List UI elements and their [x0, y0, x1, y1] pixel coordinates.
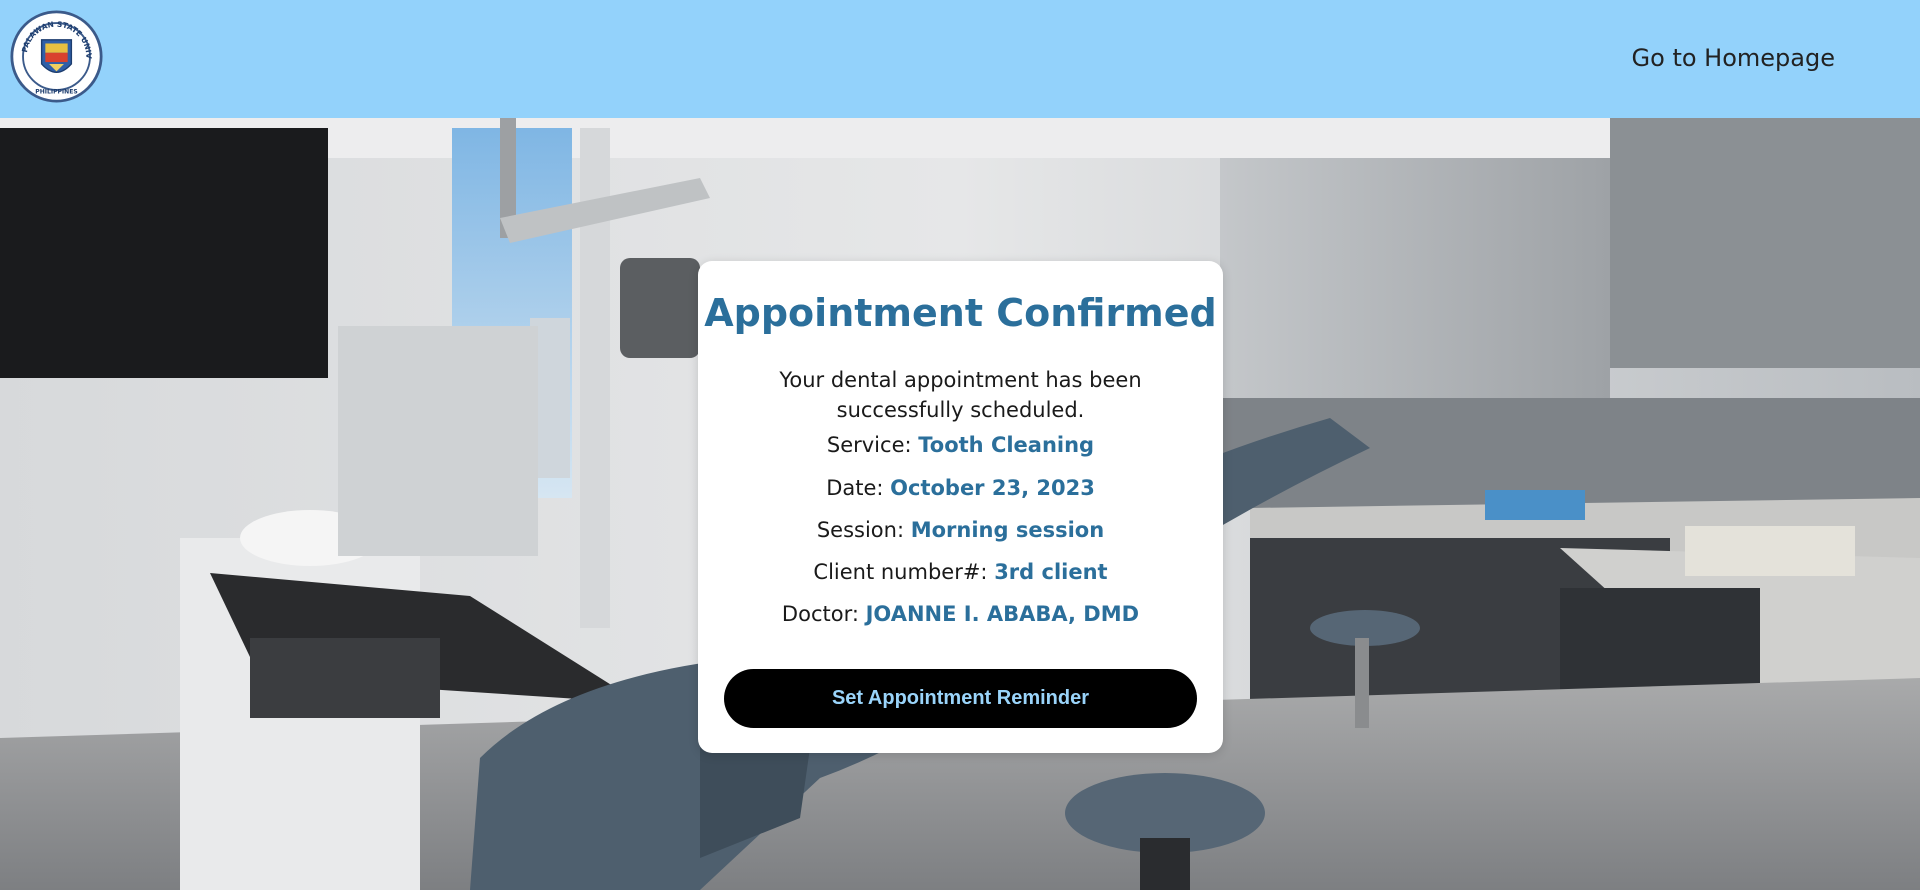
confirmation-card: Appointment Confirmed Your dental appoin… — [698, 261, 1223, 753]
detail-client-number: Client number#: 3rd client — [698, 557, 1223, 587]
detail-service: Service: Tooth Cleaning — [698, 430, 1223, 460]
university-logo-icon[interactable]: PALAWAN STATE UNIVERSITY PHILIPPINES — [10, 10, 103, 103]
detail-label: Doctor: — [781, 602, 866, 626]
detail-value: Tooth Cleaning — [918, 433, 1095, 457]
svg-text:PHILIPPINES: PHILIPPINES — [35, 89, 77, 96]
detail-value: JOANNE I. ABABA, DMD — [865, 602, 1140, 626]
detail-label: Service: — [826, 433, 919, 457]
top-header: PALAWAN STATE UNIVERSITY PHILIPPINES Go … — [0, 0, 1920, 118]
detail-doctor: Doctor: JOANNE I. ABABA, DMD — [698, 599, 1223, 629]
detail-session: Session: Morning session — [698, 515, 1223, 545]
set-appointment-reminder-button[interactable]: Set Appointment Reminder — [724, 669, 1197, 728]
detail-label: Client number#: — [813, 560, 995, 584]
dental-clinic-background: Appointment Confirmed Your dental appoin… — [0, 118, 1920, 890]
detail-label: Date: — [826, 476, 891, 500]
detail-label: Session: — [816, 518, 911, 542]
confirmation-title: Appointment Confirmed — [704, 291, 1217, 335]
detail-value: Morning session — [910, 518, 1105, 542]
detail-value: 3rd client — [994, 560, 1108, 584]
detail-value: October 23, 2023 — [890, 476, 1095, 500]
confirmation-message: Your dental appointment has been success… — [779, 368, 1142, 422]
detail-date: Date: October 23, 2023 — [698, 473, 1223, 503]
go-to-homepage-link[interactable]: Go to Homepage — [1632, 44, 1835, 72]
